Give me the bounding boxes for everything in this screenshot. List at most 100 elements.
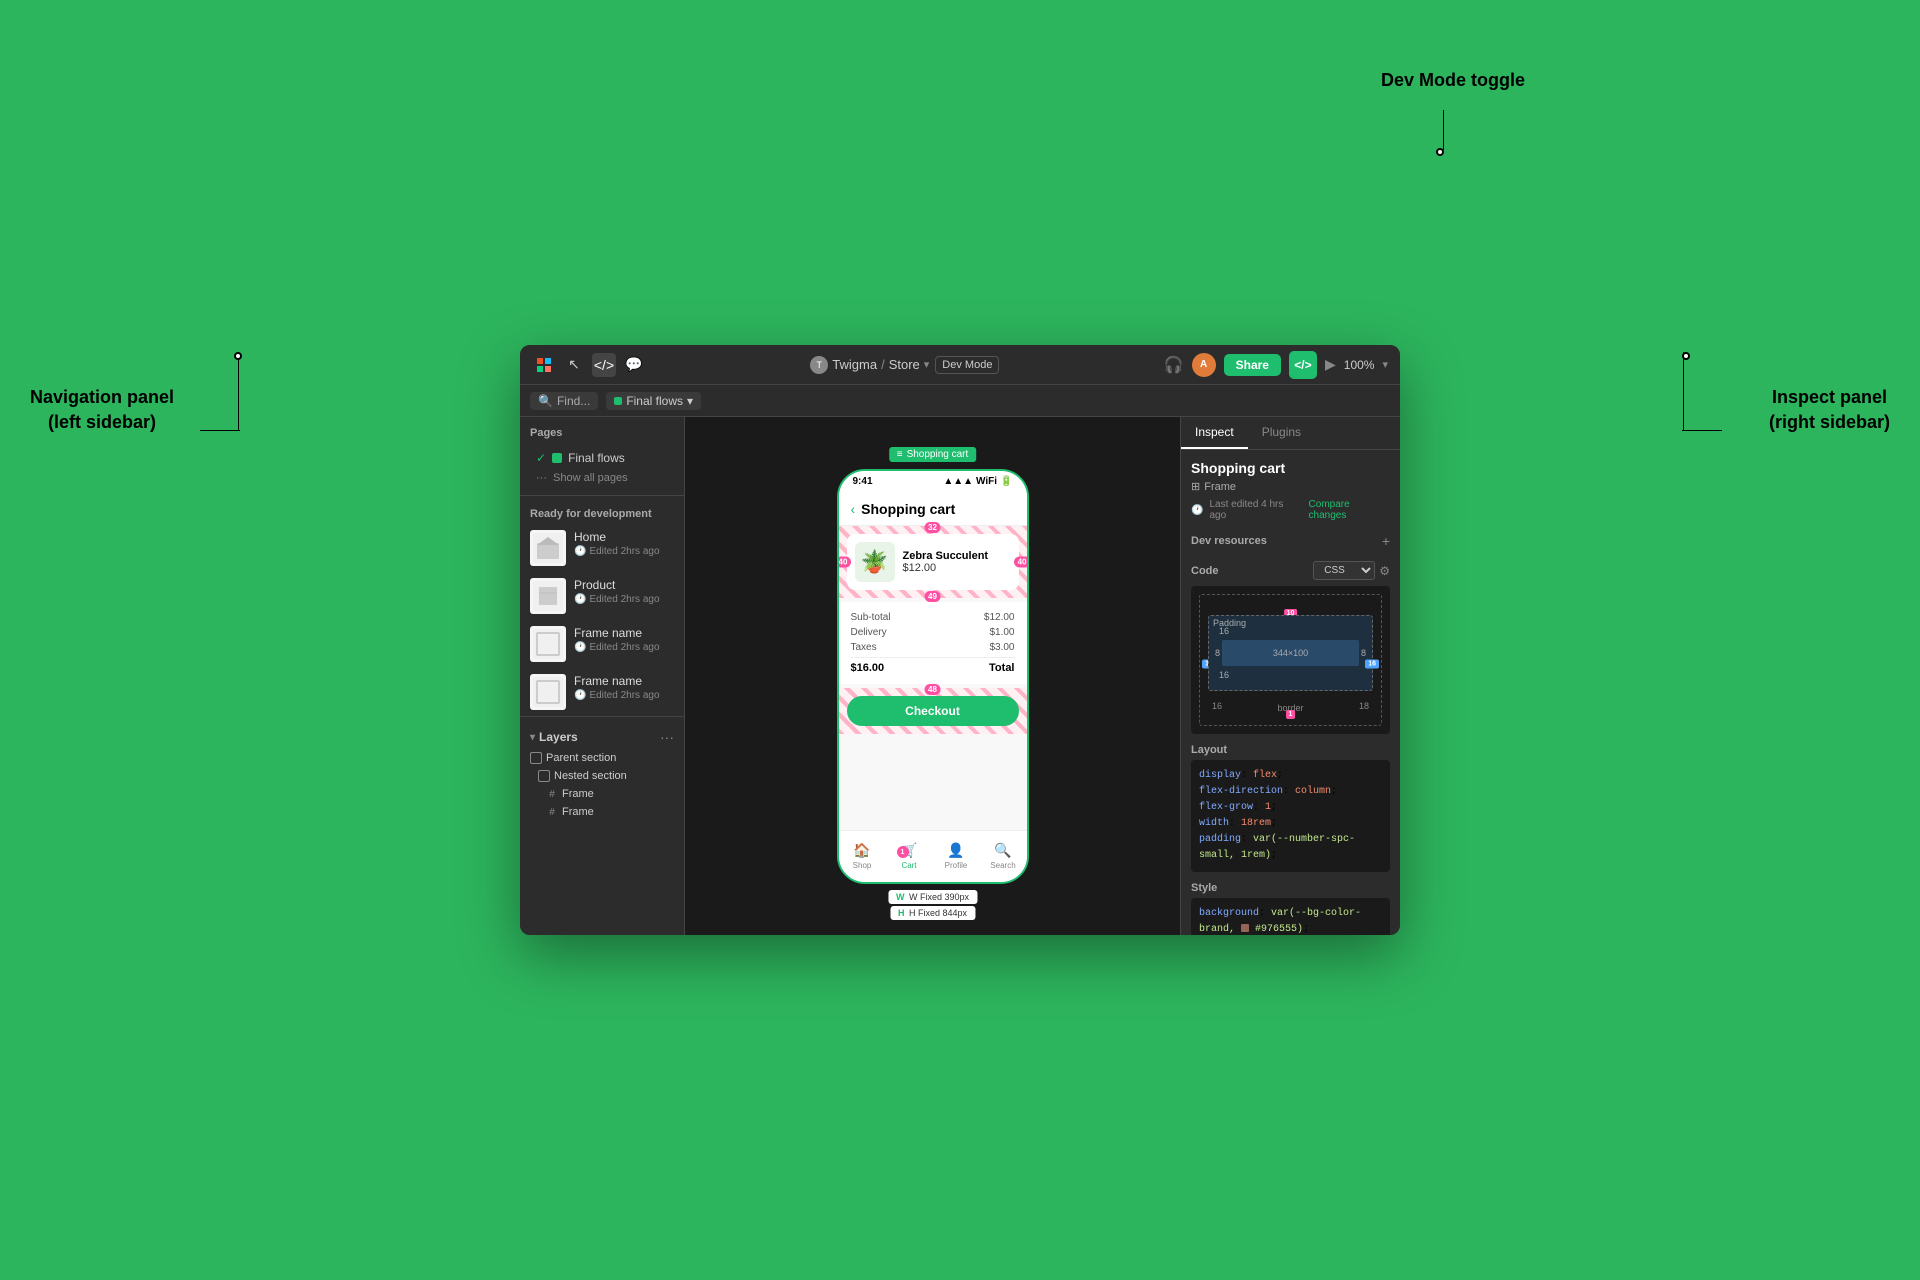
code-line-4: width: 18rem;: [1199, 816, 1382, 832]
nav-shop[interactable]: 🏠 Shop: [839, 842, 886, 870]
page-card-frame1-info: Frame name 🕐Edited 2hrs ago: [574, 626, 674, 653]
layer-parent-section[interactable]: Parent section: [520, 749, 684, 767]
sub-toolbar: 🔍 Find... Final flows ▾: [520, 385, 1400, 417]
tab-inspect[interactable]: Inspect: [1181, 417, 1248, 449]
code-settings-icon[interactable]: ⚙: [1379, 564, 1390, 578]
layer-frame-2[interactable]: # Frame: [520, 803, 684, 821]
cart-badge: 1: [897, 846, 909, 858]
layout-section: Layout display: flex; flex-direction: co…: [1191, 744, 1390, 872]
layers-title: ▾ Layers: [530, 730, 578, 744]
cursor-tool-icon[interactable]: ↖: [562, 353, 586, 377]
dev-mode-badge: Dev Mode: [935, 356, 999, 374]
code-language-select[interactable]: CSS HTML: [1313, 561, 1375, 580]
pages-section: Pages ✓ Final flows Show all pages: [520, 417, 684, 491]
comment-icon[interactable]: 💬: [622, 353, 646, 377]
box-sides-bottom: 16: [1215, 670, 1366, 680]
total-row: $16.00 Total: [851, 657, 1015, 676]
box-model-relative: 10 16 16 16 Padding 16: [1208, 615, 1373, 713]
checkout-button[interactable]: Checkout: [847, 696, 1019, 726]
h-icon: H: [898, 908, 905, 918]
nav-cart-label: Cart: [901, 861, 916, 870]
padding-right-value: 8: [1361, 648, 1366, 658]
box-badge-right: 16: [1365, 660, 1379, 669]
play-button[interactable]: ▶: [1325, 356, 1336, 373]
zoom-chevron[interactable]: ▾: [1382, 358, 1388, 371]
layer-frame1-label: Frame: [562, 788, 594, 800]
dev-resources-header: Dev resources +: [1191, 533, 1390, 549]
page-card-product[interactable]: Product 🕐Edited 2hrs ago: [520, 572, 684, 620]
taxes-label: Taxes: [851, 642, 877, 653]
layers-more-icon[interactable]: ···: [660, 729, 674, 745]
delivery-value: $1.00: [989, 627, 1014, 638]
dev-mode-icon[interactable]: </>: [592, 353, 616, 377]
code-line-2: flex-direction: column;: [1199, 784, 1382, 800]
striped-area-top: 32 49 40 40 🪴 Zebra Succulent $12.00: [839, 526, 1027, 598]
w-icon: W: [896, 892, 905, 902]
left-sidebar: Pages ✓ Final flows Show all pages Ready…: [520, 417, 685, 935]
share-button[interactable]: Share: [1224, 354, 1281, 376]
nav-cart[interactable]: 1 🛒 Cart: [886, 842, 933, 870]
badge-32: 32: [924, 522, 941, 533]
wifi-icon: WiFi: [976, 476, 997, 487]
nav-profile[interactable]: 👤 Profile: [933, 842, 980, 870]
nav-panel-line-h: [200, 430, 240, 431]
style-section: Style background: var(--bg-color-brand, …: [1191, 882, 1390, 935]
taxes-row: Taxes $3.00: [851, 640, 1015, 655]
height-value: H Fixed 844px: [909, 908, 967, 918]
page-home-name: Home: [574, 530, 674, 544]
box-badge-bottom: 1: [1286, 710, 1296, 719]
page-card-frame2[interactable]: Frame name 🕐Edited 2hrs ago: [520, 668, 684, 716]
subtotal-label: Sub-total: [851, 612, 891, 623]
tab-plugins[interactable]: Plugins: [1248, 417, 1315, 449]
nav-shop-label: Shop: [853, 861, 872, 870]
pages-title: Pages: [530, 427, 674, 439]
cart-frame-label: ≡ Shopping cart: [889, 447, 977, 462]
page-indicator: [614, 397, 622, 405]
find-button[interactable]: 🔍 Find...: [530, 392, 598, 410]
box-model-outer: 10 16 16 16 Padding 16: [1199, 594, 1382, 726]
item-name: Zebra Succulent: [903, 550, 989, 562]
back-arrow-icon[interactable]: ‹: [851, 501, 856, 517]
page-card-frame1[interactable]: Frame name 🕐Edited 2hrs ago: [520, 620, 684, 668]
page-card-product-info: Product 🕐Edited 2hrs ago: [574, 578, 674, 605]
phone-status-bar: 9:41 ▲▲▲ WiFi 🔋: [839, 471, 1027, 493]
dev-mode-toggle-label: Dev Mode toggle: [1381, 68, 1525, 93]
taxes-value: $3.00: [989, 642, 1014, 653]
project-chevron[interactable]: ▾: [924, 358, 930, 371]
phone-wrapper: ≡ Shopping cart 9:41 ▲▲▲ WiFi 🔋: [837, 469, 1029, 884]
content-size: 344×100: [1273, 648, 1308, 658]
breadcrumb-chip[interactable]: Final flows ▾: [606, 392, 701, 410]
cart-item-card: 🪴 Zebra Succulent $12.00: [847, 534, 1019, 590]
inspect-tabs: Inspect Plugins: [1181, 417, 1400, 450]
layer-nested-section[interactable]: Nested section: [520, 767, 684, 785]
page-thumb-frame2: [530, 674, 566, 710]
figma-menu-icon[interactable]: [532, 353, 556, 377]
price-summary: Sub-total $12.00 Delivery $1.00 Taxes $3…: [839, 602, 1027, 684]
current-page-item[interactable]: ✓ Final flows: [530, 447, 674, 469]
add-dev-resource-button[interactable]: +: [1382, 533, 1390, 549]
checkout-area: 48 Checkout: [839, 688, 1027, 734]
box-model-content: 344×100: [1222, 640, 1359, 666]
page-frame1-name: Frame name: [574, 626, 674, 640]
page-product-time: 🕐Edited 2hrs ago: [574, 594, 674, 605]
layer-frame-1[interactable]: # Frame: [520, 785, 684, 803]
breadcrumb-label: Final flows: [626, 394, 683, 408]
box-model: 10 16 16 16 Padding 16: [1191, 586, 1390, 734]
page-card-home[interactable]: Home 🕐Edited 2hrs ago: [520, 524, 684, 572]
compare-link[interactable]: Compare changes: [1309, 499, 1390, 521]
code-section: Code CSS HTML ⚙ 10: [1191, 561, 1390, 935]
show-all-pages[interactable]: Show all pages: [530, 469, 674, 487]
project-name: Store: [889, 357, 920, 372]
breadcrumb-chevron: ▾: [687, 394, 693, 408]
width-label: W W Fixed 390px: [888, 890, 977, 904]
layers-chevron[interactable]: ▾: [530, 732, 535, 743]
show-all-label: Show all pages: [553, 472, 628, 484]
dev-code-toggle[interactable]: </>: [1289, 351, 1317, 379]
shop-icon: 🏠: [853, 842, 870, 859]
badge-40-left: 40: [839, 556, 852, 567]
zoom-level[interactable]: 100%: [1344, 358, 1375, 372]
page-thumb-frame1: [530, 626, 566, 662]
headphones-icon[interactable]: 🎧: [1164, 355, 1184, 375]
phone-time: 9:41: [853, 476, 873, 487]
nav-search[interactable]: 🔍 Search: [980, 842, 1027, 870]
